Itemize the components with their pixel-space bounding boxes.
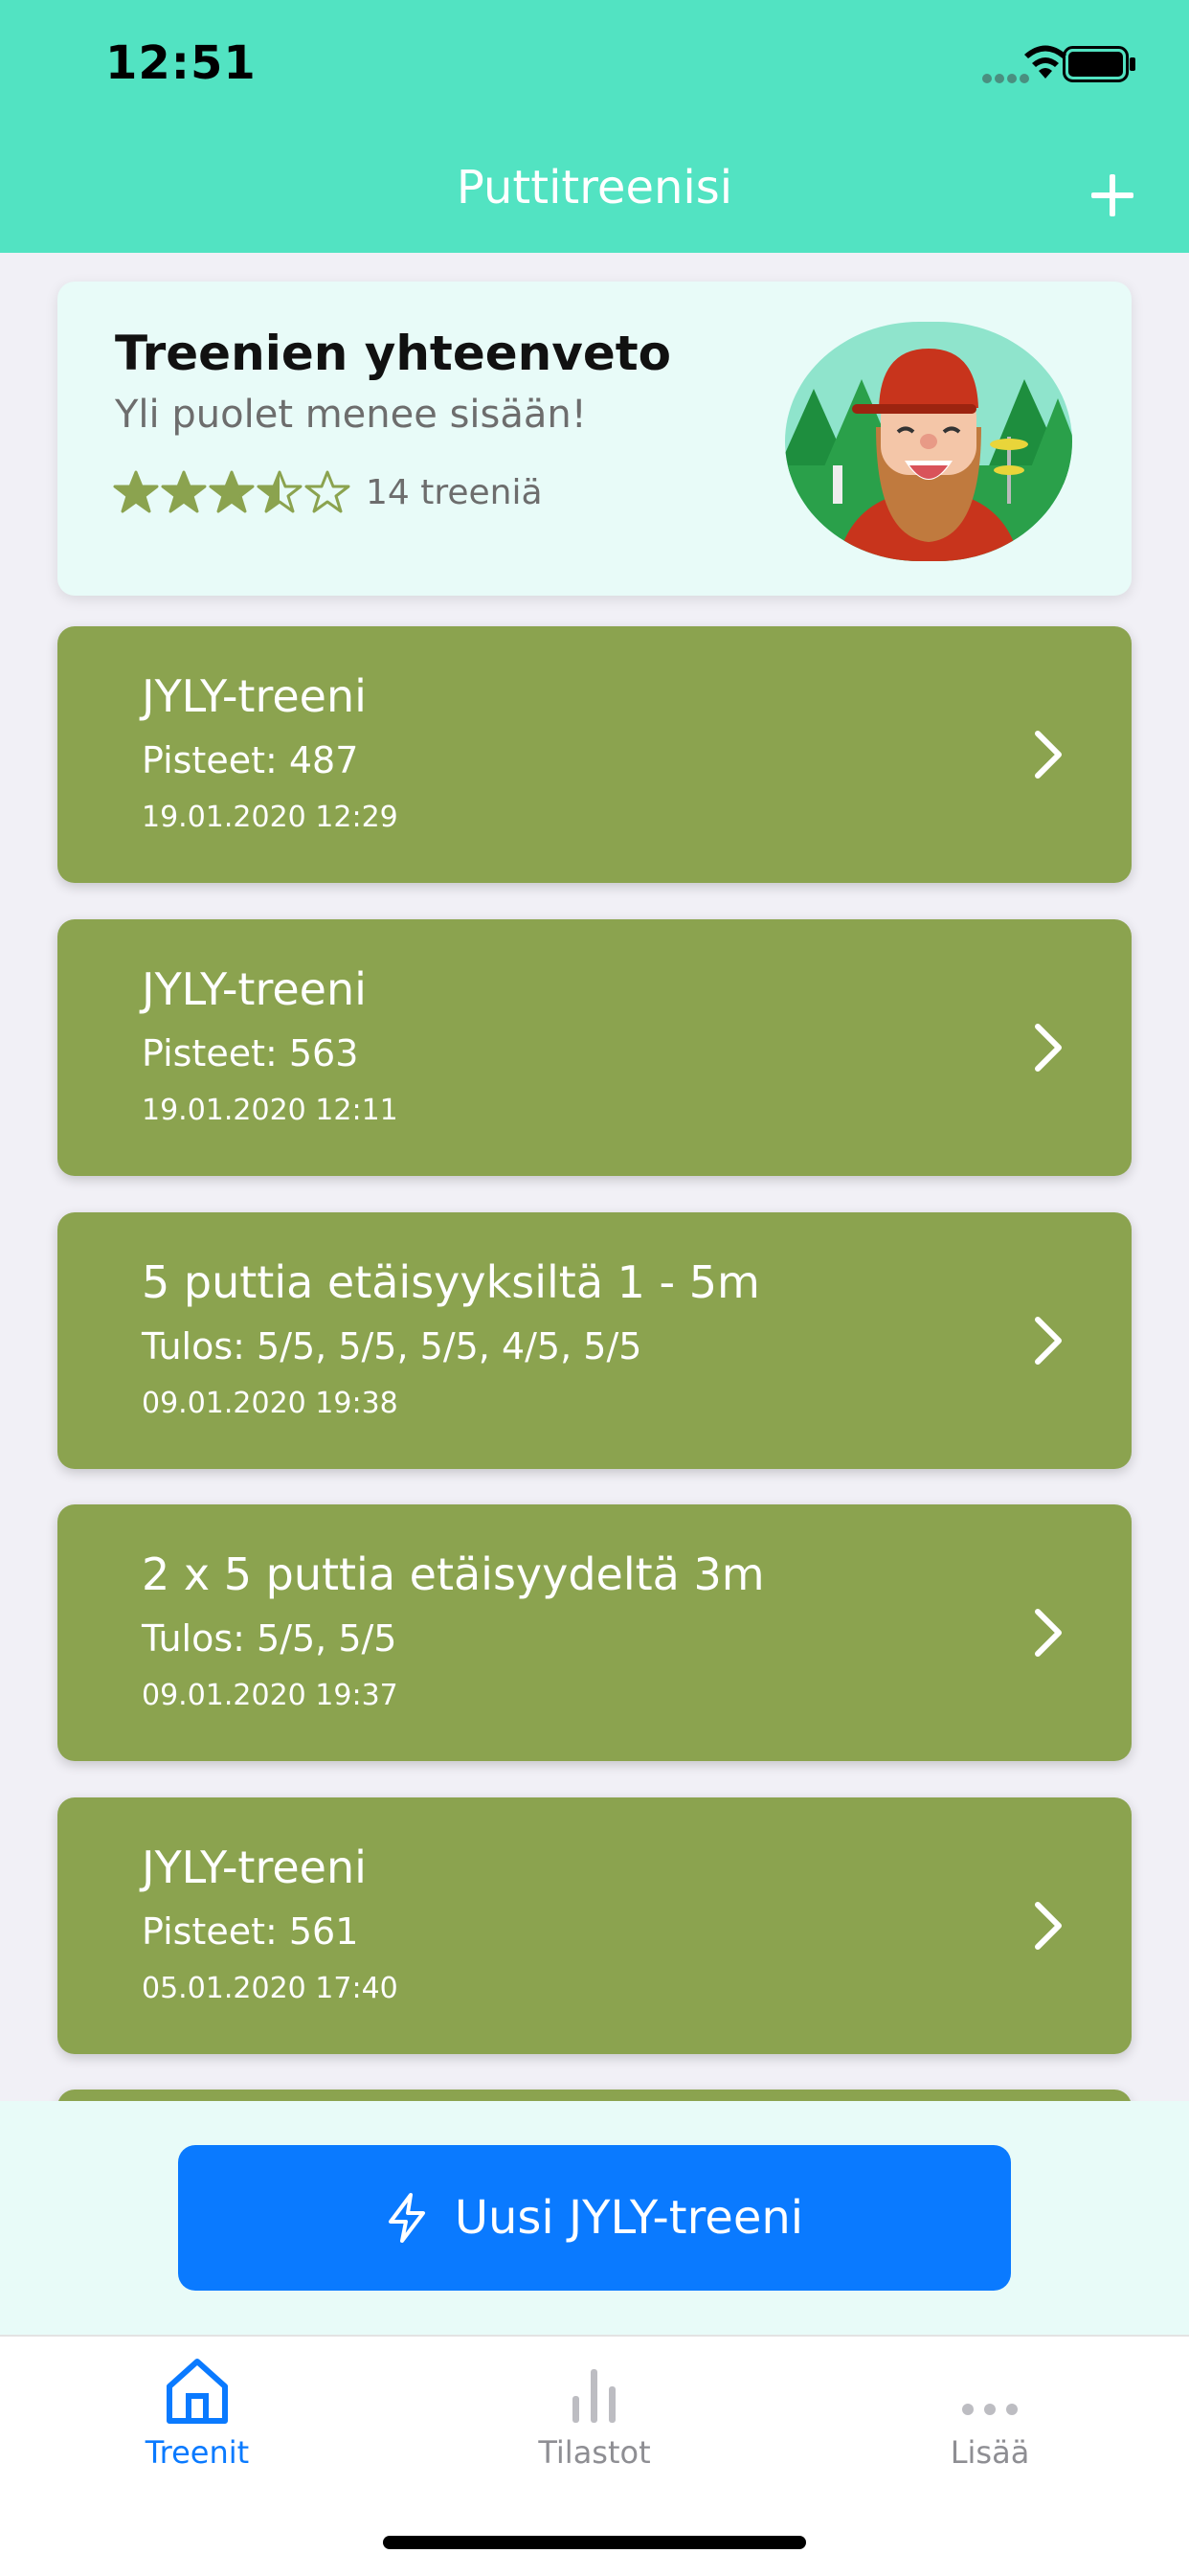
summary-card: Treenien yhteenveto Yli puolet menee sis… (57, 282, 1132, 596)
workout-card[interactable]: JYLY-treeni Pisteet: 561 05.01.2020 17:4… (57, 1797, 1132, 2054)
new-jyly-workout-button[interactable]: Uusi JYLY-treeni (178, 2145, 1011, 2291)
tab-tilastot[interactable]: Tilastot (470, 2356, 719, 2471)
workout-title: 5 puttia etäisyyksiltä 1 - 5m (142, 1256, 760, 1308)
workout-date: 09.01.2020 19:37 (142, 1679, 398, 1712)
workout-card[interactable]: 2 x 5 puttia etäisyydeltä 3m Tulos: 5/5,… (57, 1504, 1132, 1761)
workout-title: JYLY-treeni (142, 670, 367, 722)
chevron-right-icon (1035, 1317, 1062, 1365)
action-area: Uusi JYLY-treeni (0, 2101, 1189, 2335)
tab-label: Tilastot (538, 2434, 651, 2471)
page-title: Puttitreenisi (456, 161, 733, 215)
battery-icon (1063, 46, 1135, 82)
workout-date: 09.01.2020 19:38 (142, 1387, 398, 1420)
wifi-icon (1024, 45, 1066, 79)
status-time: 12:51 (105, 36, 257, 90)
workout-card[interactable]: JYLY-treeni Pisteet: 487 19.01.2020 12:2… (57, 626, 1132, 883)
tab-lisaa[interactable]: Lisää (865, 2356, 1114, 2471)
workout-title: 2 x 5 puttia etäisyydeltä 3m (142, 1548, 765, 1600)
bearded-player-avatar-icon (785, 322, 1072, 561)
add-workout-plus-icon[interactable] (1086, 169, 1139, 222)
star-icon (161, 470, 207, 513)
workout-title: JYLY-treeni (142, 963, 367, 1015)
star-rating-icons (113, 469, 352, 515)
summary-title: Treenien yhteenveto (115, 326, 672, 381)
tab-treenit[interactable]: Treenit (73, 2356, 322, 2471)
star-icon (209, 470, 255, 513)
workout-detail: Pisteet: 487 (142, 739, 359, 781)
home-indicator (383, 2536, 806, 2549)
rating-stars: 14 treeniä (113, 469, 543, 515)
chevron-right-icon (1035, 1024, 1062, 1072)
tab-label: Treenit (145, 2434, 250, 2471)
workout-count: 14 treeniä (366, 472, 543, 512)
lightning-icon (388, 2193, 425, 2243)
bar-chart-icon (572, 2369, 616, 2423)
workout-title: JYLY-treeni (142, 1842, 367, 1893)
chevron-right-icon (1035, 1902, 1062, 1950)
workout-date: 19.01.2020 12:11 (142, 1094, 398, 1127)
chevron-right-icon (1035, 731, 1062, 779)
workout-card[interactable]: JYLY-treeni Pisteet: 563 19.01.2020 12:1… (57, 919, 1132, 1176)
workout-date: 05.01.2020 17:40 (142, 1972, 398, 2005)
star-icon (113, 470, 159, 513)
chevron-right-icon (1035, 1609, 1062, 1657)
more-icon (962, 2404, 1018, 2415)
top-bar: 12:51 Puttitreenisi (0, 0, 1189, 253)
workout-detail: Pisteet: 563 (142, 1032, 359, 1074)
workout-detail: Tulos: 5/5, 5/5, 5/5, 4/5, 5/5 (142, 1325, 642, 1367)
workout-card[interactable]: 5 puttia etäisyyksiltä 1 - 5m Tulos: 5/5… (57, 1212, 1132, 1469)
new-workout-label: Uusi JYLY-treeni (454, 2191, 804, 2245)
star-icon (257, 470, 303, 513)
workout-date: 19.01.2020 12:29 (142, 801, 398, 834)
workout-detail: Pisteet: 561 (142, 1910, 359, 1953)
home-icon (167, 2359, 228, 2424)
tab-label: Lisää (950, 2434, 1030, 2471)
star-icon (304, 470, 350, 513)
summary-subtitle: Yli puolet menee sisään! (115, 393, 587, 437)
workout-detail: Tulos: 5/5, 5/5 (142, 1617, 397, 1660)
